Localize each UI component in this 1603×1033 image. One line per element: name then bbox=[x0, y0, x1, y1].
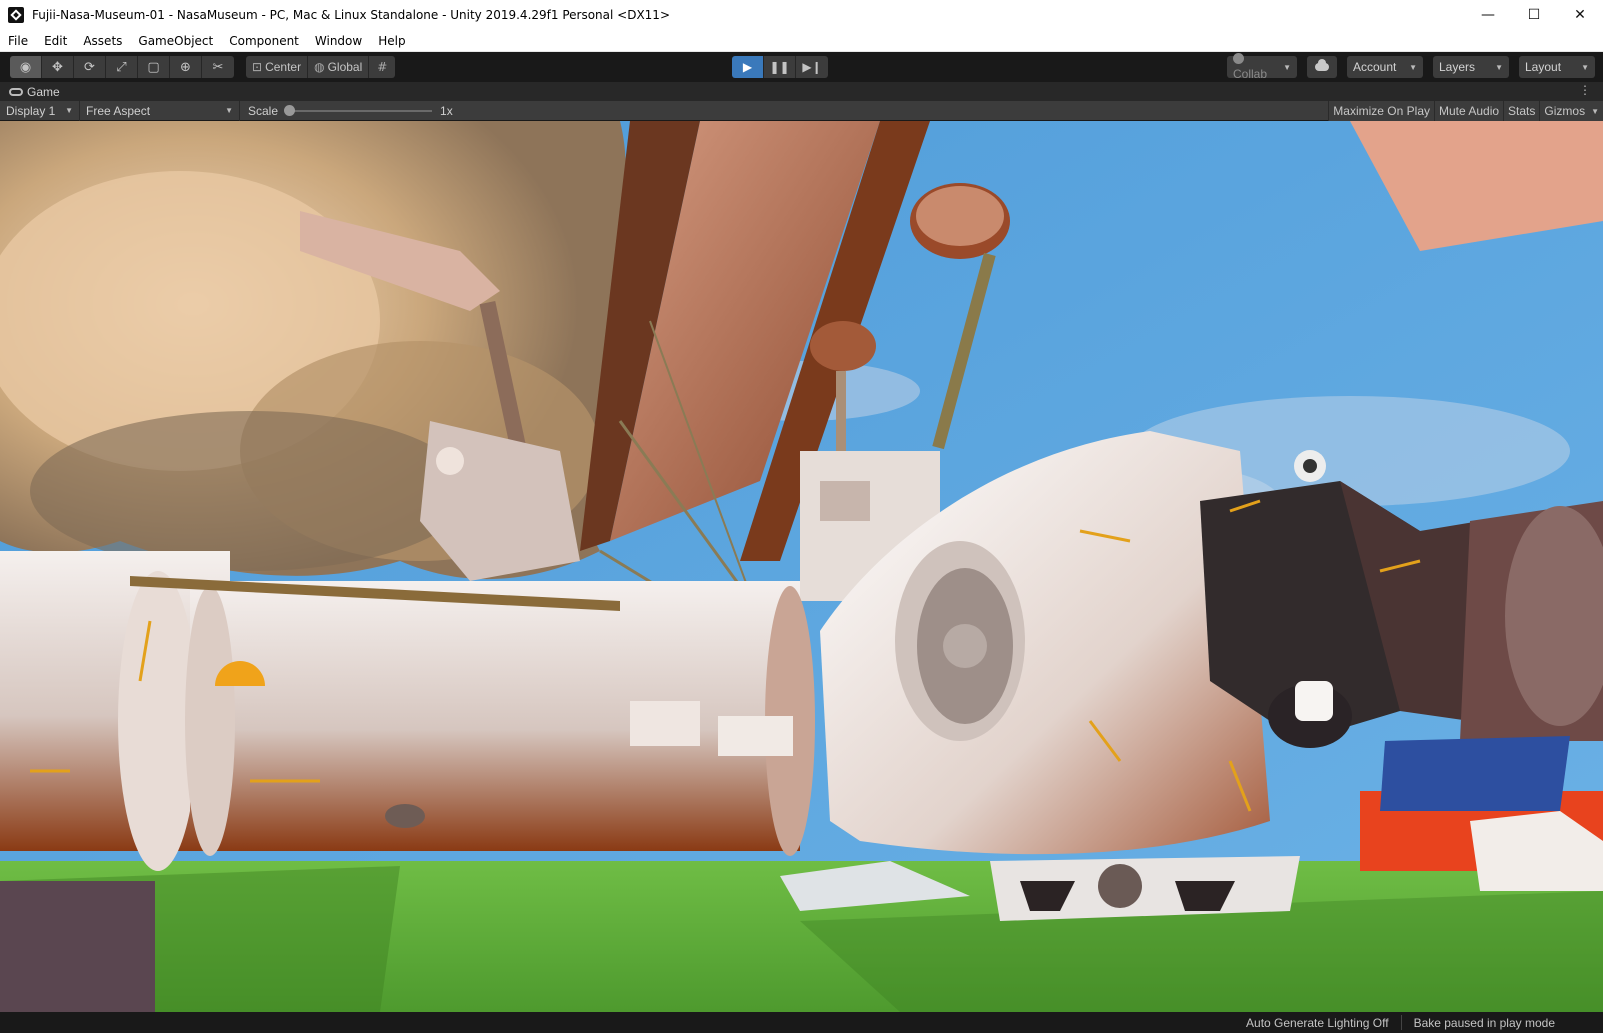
aspect-label: Free Aspect bbox=[86, 103, 151, 118]
chevron-down-icon: ▼ bbox=[1581, 62, 1589, 72]
title-bar: Fujii-Nasa-Museum-01 - NasaMuseum - PC, … bbox=[0, 0, 1603, 30]
scale-slider-knob[interactable] bbox=[284, 104, 296, 116]
layout-dropdown[interactable]: Layout ▼ bbox=[1519, 56, 1595, 78]
cloud-icon bbox=[1315, 59, 1329, 71]
account-dropdown[interactable]: Account ▼ bbox=[1347, 56, 1423, 78]
grid-snap-button[interactable]: # bbox=[369, 56, 396, 78]
play-controls: ▶ ❚❚ ▶❙ bbox=[732, 56, 828, 78]
collab-dropdown[interactable]: Collab ▼ bbox=[1227, 53, 1297, 81]
panel-menu-icon[interactable]: ⋮ bbox=[1579, 83, 1591, 97]
maximize-on-play-toggle[interactable]: Maximize On Play bbox=[1328, 101, 1434, 121]
transform-tool-button[interactable]: ⊕ bbox=[170, 56, 202, 78]
bake-status[interactable]: Bake paused in play mode bbox=[1402, 1016, 1603, 1030]
mute-audio-toggle[interactable]: Mute Audio bbox=[1434, 101, 1504, 121]
scale-control: Scale 1x bbox=[240, 104, 453, 118]
pause-button[interactable]: ❚❚ bbox=[764, 56, 796, 78]
scale-slider[interactable] bbox=[284, 104, 433, 116]
chevron-down-icon: ▼ bbox=[65, 106, 73, 115]
chevron-down-icon: ▼ bbox=[1591, 106, 1599, 116]
menu-file[interactable]: File bbox=[0, 34, 36, 48]
menu-component[interactable]: Component bbox=[221, 34, 307, 48]
unity-logo-icon bbox=[8, 7, 24, 23]
play-button[interactable]: ▶ bbox=[732, 56, 764, 78]
pivot-icon: ⊡ bbox=[252, 60, 263, 74]
game-render bbox=[0, 121, 1603, 1012]
rotate-tool-button[interactable]: ⟳ bbox=[74, 56, 106, 78]
menu-window[interactable]: Window bbox=[307, 34, 370, 48]
gizmos-toggle[interactable]: Gizmos ▼ bbox=[1539, 101, 1603, 121]
collab-check-icon bbox=[1233, 53, 1244, 64]
pivot-center-button[interactable]: ⊡ Center bbox=[246, 56, 309, 78]
layout-label: Layout bbox=[1525, 60, 1562, 74]
maximize-button[interactable]: ☐ bbox=[1511, 0, 1557, 30]
transform-tools: ◉ ✥ ⟳ ⤢ ▢ ⊕ ✂ bbox=[10, 56, 234, 78]
display-label: Display 1 bbox=[6, 103, 56, 118]
space-global-button[interactable]: ◍ Global bbox=[308, 56, 370, 78]
cloud-button[interactable] bbox=[1307, 56, 1337, 78]
menu-assets[interactable]: Assets bbox=[75, 34, 130, 48]
window-title: Fujii-Nasa-Museum-01 - NasaMuseum - PC, … bbox=[32, 8, 670, 22]
layers-label: Layers bbox=[1439, 60, 1476, 74]
globe-icon: ◍ bbox=[314, 60, 325, 74]
chevron-down-icon: ▼ bbox=[1283, 62, 1291, 72]
layers-dropdown[interactable]: Layers ▼ bbox=[1433, 56, 1509, 78]
lighting-status[interactable]: Auto Generate Lighting Off bbox=[1234, 1016, 1401, 1030]
collab-label: Collab bbox=[1233, 67, 1268, 81]
gizmos-label: Gizmos bbox=[1544, 104, 1586, 118]
window-controls: — ☐ ✕ bbox=[1465, 0, 1603, 30]
main-toolbar: ◉ ✥ ⟳ ⤢ ▢ ⊕ ✂ ⊡ Center ◍ Global # ▶ ❚❚ ▶… bbox=[0, 52, 1603, 82]
menu-help[interactable]: Help bbox=[370, 34, 413, 48]
custom-tool-button[interactable]: ✂ bbox=[202, 56, 234, 78]
scale-label: Scale bbox=[248, 103, 279, 118]
tab-game-label: Game bbox=[27, 84, 60, 99]
aspect-dropdown[interactable]: Free Aspect ▼ bbox=[80, 100, 240, 121]
chevron-down-icon: ▼ bbox=[225, 106, 233, 115]
game-viewport[interactable] bbox=[0, 121, 1603, 1012]
display-dropdown[interactable]: Display 1 ▼ bbox=[0, 100, 80, 121]
status-bar: Auto Generate Lighting Off Bake paused i… bbox=[0, 1012, 1603, 1033]
tab-game[interactable]: Game bbox=[0, 85, 60, 99]
scale-value: 1x bbox=[440, 103, 453, 118]
space-label: Global bbox=[327, 60, 363, 74]
grid-snap-icon: # bbox=[377, 60, 388, 74]
stats-toggle[interactable]: Stats bbox=[1503, 101, 1540, 121]
close-button[interactable]: ✕ bbox=[1557, 0, 1603, 30]
scale-tool-button[interactable]: ⤢ bbox=[106, 56, 138, 78]
move-tool-button[interactable]: ✥ bbox=[42, 56, 74, 78]
rect-tool-button[interactable]: ▢ bbox=[138, 56, 170, 78]
right-toolbar: Collab ▼ Account ▼ Layers ▼ Layout ▼ bbox=[1227, 53, 1595, 81]
minimize-button[interactable]: — bbox=[1465, 0, 1511, 30]
account-label: Account bbox=[1353, 60, 1397, 74]
pivot-label: Center bbox=[265, 60, 302, 74]
game-view-toolbar: Display 1 ▼ Free Aspect ▼ Scale 1x Maxim… bbox=[0, 100, 1603, 121]
menu-bar: File Edit Assets GameObject Component Wi… bbox=[0, 30, 1603, 52]
menu-gameobject[interactable]: GameObject bbox=[130, 34, 221, 48]
pivot-toggles: ⊡ Center ◍ Global # bbox=[246, 56, 396, 78]
game-tab-bar: Game ⋮ bbox=[0, 82, 1603, 101]
view-tool-button[interactable]: ◉ bbox=[10, 56, 42, 78]
menu-edit[interactable]: Edit bbox=[36, 34, 75, 48]
chevron-down-icon: ▼ bbox=[1495, 62, 1503, 72]
step-button[interactable]: ▶❙ bbox=[796, 56, 828, 78]
gamepad-icon bbox=[9, 87, 23, 96]
game-view-toggles: Maximize On Play Mute Audio Stats Gizmos… bbox=[1328, 101, 1603, 121]
chevron-down-icon: ▼ bbox=[1409, 62, 1417, 72]
